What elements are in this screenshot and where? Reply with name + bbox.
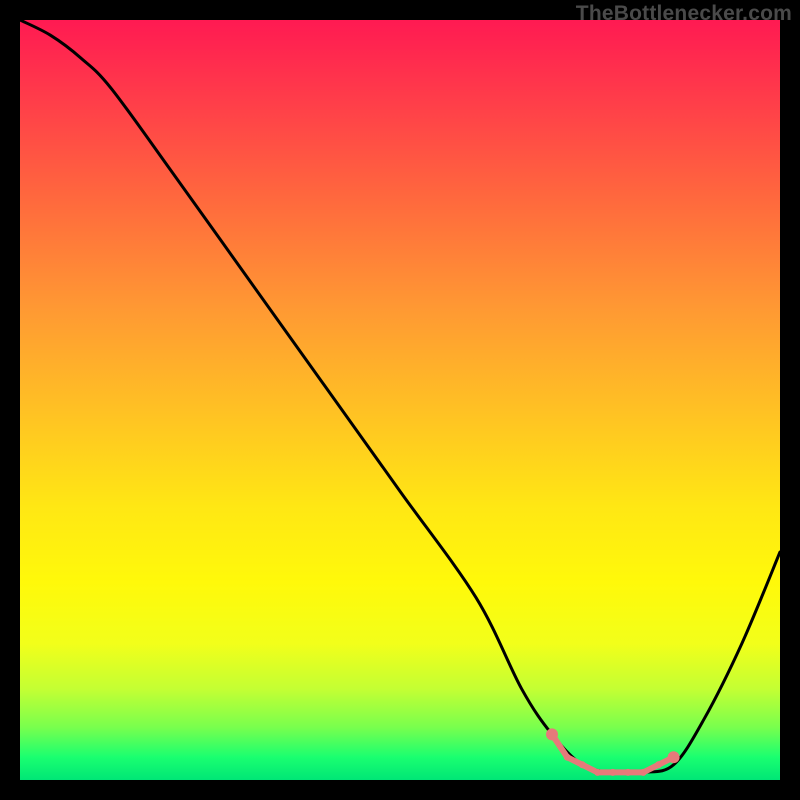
chart-frame — [20, 20, 780, 780]
bottleneck-curve — [20, 20, 780, 773]
optimal-range-markers — [546, 728, 680, 776]
chart-svg — [20, 20, 780, 780]
optimal-range-dot — [594, 769, 601, 776]
optimal-range-dot — [579, 761, 586, 768]
optimal-range-dot — [564, 754, 571, 761]
optimal-range-dot — [655, 761, 662, 768]
optimal-range-dot — [668, 751, 680, 763]
optimal-range-dot — [640, 769, 647, 776]
optimal-range-dot — [546, 728, 558, 740]
optimal-range-dot — [625, 769, 632, 776]
optimal-range-dot — [609, 769, 616, 776]
watermark-text: TheBottlenecker.com — [576, 2, 792, 26]
plot-area — [20, 20, 780, 780]
